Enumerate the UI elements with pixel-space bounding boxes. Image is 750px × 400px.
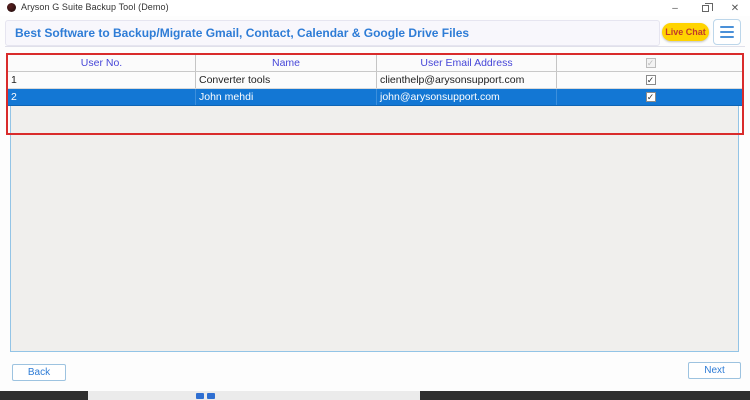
live-chat-button[interactable]: Live Chat bbox=[662, 23, 709, 41]
live-chat-label: Live Chat bbox=[665, 27, 706, 37]
window-title: Aryson G Suite Backup Tool (Demo) bbox=[21, 2, 169, 12]
restore-button[interactable] bbox=[690, 0, 720, 16]
taskbar-light-segment bbox=[88, 391, 420, 400]
next-button[interactable]: Next bbox=[688, 362, 741, 379]
window-controls: – ✕ bbox=[660, 0, 750, 16]
hamburger-menu-button[interactable] bbox=[713, 19, 741, 45]
minimize-icon: – bbox=[672, 2, 678, 14]
app-icon bbox=[7, 3, 16, 12]
close-icon: ✕ bbox=[730, 2, 740, 14]
banner: Best Software to Backup/Migrate Gmail, C… bbox=[5, 20, 660, 46]
banner-title: Best Software to Backup/Migrate Gmail, C… bbox=[15, 26, 470, 40]
taskbar-app-icon[interactable] bbox=[196, 393, 204, 399]
red-highlight-box bbox=[6, 53, 744, 135]
minimize-button[interactable]: – bbox=[660, 0, 690, 16]
taskbar-sliver[interactable] bbox=[0, 391, 750, 400]
title-bar: Aryson G Suite Backup Tool (Demo) – ✕ bbox=[0, 0, 750, 16]
taskbar-app-icon[interactable] bbox=[207, 393, 215, 399]
back-button[interactable]: Back bbox=[12, 364, 66, 381]
hamburger-icon bbox=[720, 26, 734, 28]
restore-icon bbox=[701, 2, 713, 12]
close-button[interactable]: ✕ bbox=[720, 0, 750, 16]
header-divider bbox=[5, 46, 745, 47]
